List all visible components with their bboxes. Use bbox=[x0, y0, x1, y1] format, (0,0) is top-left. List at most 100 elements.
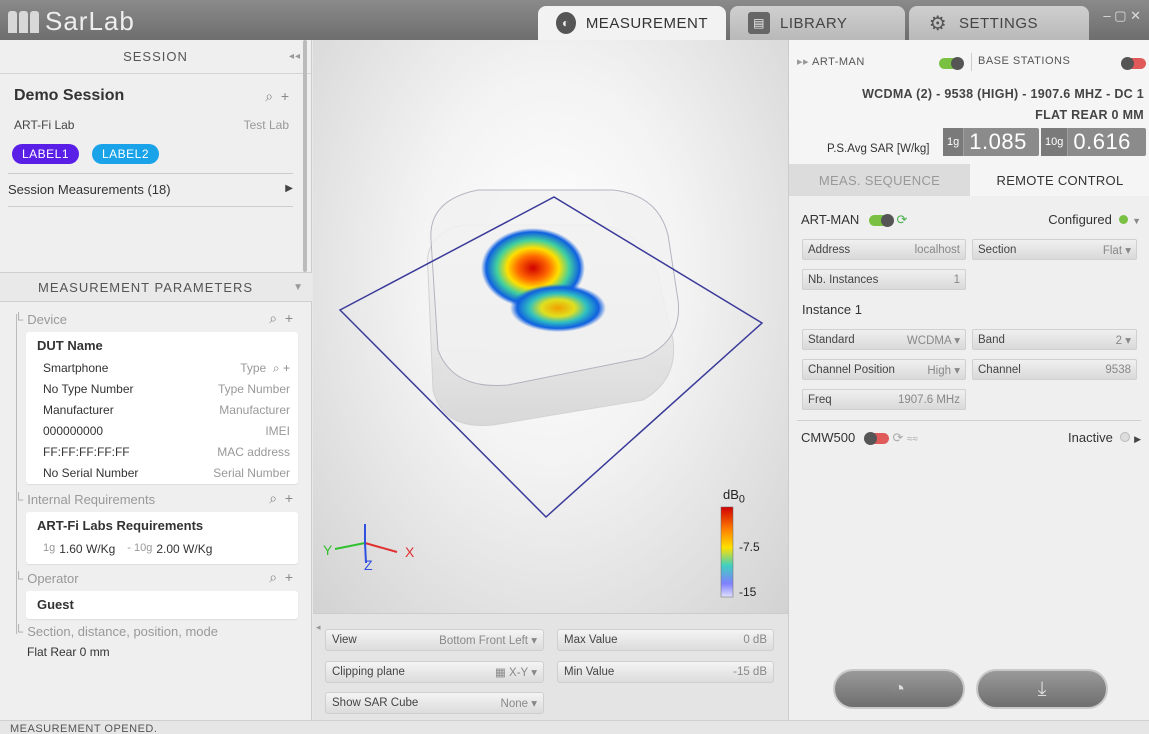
base-stations-toggle[interactable] bbox=[1121, 56, 1146, 71]
device-type-value: Smartphone bbox=[43, 361, 109, 375]
view-select[interactable]: View Bottom Front Left ▾ bbox=[325, 629, 544, 651]
operator-card[interactable]: Guest bbox=[26, 591, 298, 619]
download-icon: ⤓ bbox=[1037, 677, 1047, 700]
operator-group-label: └ Operator bbox=[14, 571, 79, 586]
show-sar-cube-select[interactable]: Show SAR Cube None ▾ bbox=[325, 692, 544, 714]
expand-arrow-icon[interactable]: ▶ bbox=[1134, 434, 1141, 444]
refresh-icon[interactable]: ⟳ bbox=[892, 430, 903, 445]
standard-select[interactable]: Standard WCDMA ▾ bbox=[802, 329, 966, 350]
collapse-left-icon[interactable]: ◂◂ bbox=[289, 51, 301, 62]
art-man-remote-toggle[interactable] bbox=[868, 214, 894, 228]
channel-position-value: High bbox=[927, 364, 952, 377]
search-icon[interactable]: ⌕ bbox=[265, 88, 273, 104]
address-value: localhost bbox=[914, 243, 960, 256]
device-row[interactable]: No Type Number Type Number bbox=[43, 382, 290, 396]
tab-meas-sequence[interactable]: MEAS. SEQUENCE bbox=[789, 164, 970, 196]
add-icon[interactable]: + bbox=[281, 88, 289, 104]
tab-library[interactable]: ▤ LIBRARY bbox=[730, 6, 905, 40]
art-man-header-label: ART-MAN bbox=[812, 56, 865, 68]
max-value-field[interactable]: Max Value 0 dB bbox=[557, 629, 774, 651]
add-icon[interactable]: + bbox=[285, 310, 293, 326]
tab-measurement[interactable]: ◐ MEASUREMENT bbox=[538, 6, 726, 40]
device-row[interactable]: FF:FF:FF:FF:FF MAC address bbox=[43, 445, 290, 459]
band-select[interactable]: Band 2 ▾ bbox=[972, 329, 1137, 350]
device-serial-hint: Serial Number bbox=[213, 466, 290, 480]
measurement-parameters-header: MEASUREMENT PARAMETERS ▼ bbox=[0, 272, 312, 302]
search-icon[interactable]: ⌕ bbox=[269, 310, 277, 326]
address-field[interactable]: Address localhost bbox=[802, 239, 966, 260]
search-icon[interactable]: ⌕ bbox=[269, 490, 277, 506]
device-serial-value: No Serial Number bbox=[43, 466, 139, 480]
save-button[interactable]: ⤓ bbox=[976, 669, 1108, 709]
art-man-toggle[interactable] bbox=[939, 56, 964, 71]
tab-settings[interactable]: ⚙ SETTINGS bbox=[909, 6, 1089, 40]
inactive-label: Inactive bbox=[1068, 430, 1113, 445]
dropdown-arrow-icon[interactable]: ▼ bbox=[293, 282, 304, 293]
axis-x-label: X bbox=[405, 544, 415, 560]
dropdown-arrow-icon[interactable]: ▼ bbox=[1132, 216, 1141, 226]
session-name: Demo Session bbox=[14, 87, 125, 104]
section-select[interactable]: Section Flat ▾ bbox=[972, 239, 1137, 260]
colorbar-unit-base: dB bbox=[723, 487, 739, 502]
device-row[interactable]: Smartphone Type ⌕ + bbox=[43, 361, 290, 376]
settings-icon[interactable]: ≈≈ bbox=[907, 434, 918, 445]
add-icon[interactable]: + bbox=[283, 361, 290, 375]
dropdown-arrow-icon: ▾ bbox=[1125, 334, 1131, 347]
section-value: Flat bbox=[1102, 244, 1123, 257]
search-icon[interactable]: ⌕ bbox=[273, 361, 280, 375]
channel-position-select[interactable]: Channel Position High ▾ bbox=[802, 359, 966, 380]
label-badge-2[interactable]: LABEL2 bbox=[92, 144, 160, 164]
session-scrollbar[interactable] bbox=[303, 40, 307, 272]
expand-arrow-icon[interactable]: ▶ bbox=[285, 183, 293, 194]
refresh-icon[interactable]: ⟳ bbox=[897, 212, 908, 227]
measurement-summary: ▸▸ ART-MAN BASE STATIONS WCDMA (2) - 953… bbox=[789, 40, 1149, 164]
section-label: Section bbox=[978, 243, 1017, 256]
cmw500-toggle[interactable] bbox=[863, 432, 889, 446]
device-row[interactable]: 000000000 IMEI bbox=[43, 424, 290, 438]
divider bbox=[971, 53, 972, 71]
left-panel: SESSION ◂◂ Demo Session ⌕ + ART-Fi Lab T… bbox=[0, 40, 312, 720]
label-badge-2-text: LABEL2 bbox=[102, 147, 150, 161]
sar-1g-box: 1g 1.085 bbox=[943, 128, 1039, 156]
status-dot-icon bbox=[1120, 432, 1131, 442]
measure-button[interactable]: ◔ bbox=[833, 669, 965, 709]
standard-label: Standard bbox=[808, 333, 855, 346]
device-manufacturer-value: Manufacturer bbox=[43, 403, 114, 417]
instances-field[interactable]: Nb. Instances 1 bbox=[802, 269, 966, 290]
tab-settings-label: SETTINGS bbox=[959, 14, 1039, 32]
collapse-handle[interactable]: ◂ bbox=[316, 622, 321, 633]
sar-1g-label: 1g bbox=[943, 128, 965, 156]
label-badge-1[interactable]: LABEL1 bbox=[12, 144, 80, 164]
divider bbox=[8, 206, 293, 207]
requirements-card[interactable]: ART-Fi Labs Requirements 1g 1.60 W/Kg - … bbox=[26, 512, 298, 564]
dropdown-arrow-icon: ▾ bbox=[531, 698, 537, 710]
right-panel: ▸▸ ART-MAN BASE STATIONS WCDMA (2) - 953… bbox=[788, 40, 1149, 720]
clipping-plane-value: X-Y bbox=[509, 667, 529, 679]
device-card[interactable]: DUT Name Smartphone Type ⌕ + No Type Num… bbox=[26, 332, 298, 484]
status-bar: MEASUREMENT OPENED. bbox=[0, 720, 1149, 734]
min-value-field[interactable]: Min Value -15 dB bbox=[557, 661, 774, 683]
3d-viewport[interactable]: X Y Z dB0 -7.5 -15 bbox=[313, 40, 788, 613]
device-type-number-value: No Type Number bbox=[43, 382, 134, 396]
window-controls[interactable]: – ▢ ✕ bbox=[1103, 8, 1141, 24]
requirements-values: 1g 1.60 W/Kg - 10g 2.00 W/Kg bbox=[43, 542, 290, 556]
expand-icon[interactable]: ▸▸ bbox=[797, 56, 809, 68]
session-measurements-link[interactable]: Session Measurements (18) bbox=[8, 182, 171, 197]
operator-tools: ⌕ + bbox=[269, 569, 293, 586]
add-icon[interactable]: + bbox=[285, 569, 293, 585]
position-value: Flat Rear 0 mm bbox=[27, 645, 110, 659]
head-icon: ◐ bbox=[556, 12, 576, 34]
configured-status: Configured ▼ bbox=[1048, 212, 1141, 227]
colorbar-mid: -7.5 bbox=[739, 540, 760, 554]
search-icon[interactable]: ⌕ bbox=[269, 569, 277, 585]
gear-icon: ⚙ bbox=[928, 12, 948, 35]
tab-remote-control[interactable]: REMOTE CONTROL bbox=[970, 164, 1149, 196]
channel-field[interactable]: Channel 9538 bbox=[972, 359, 1137, 380]
device-row[interactable]: Manufacturer Manufacturer bbox=[43, 403, 290, 417]
freq-field[interactable]: Freq 1907.6 MHz bbox=[802, 389, 966, 410]
device-row[interactable]: No Serial Number Serial Number bbox=[43, 466, 290, 480]
sar-3d-render: X Y Z bbox=[323, 189, 764, 598]
add-icon[interactable]: + bbox=[285, 490, 293, 506]
show-sar-cube-value: None bbox=[500, 698, 529, 710]
clipping-plane-select[interactable]: Clipping plane ▦ X-Y ▾ bbox=[325, 661, 544, 683]
